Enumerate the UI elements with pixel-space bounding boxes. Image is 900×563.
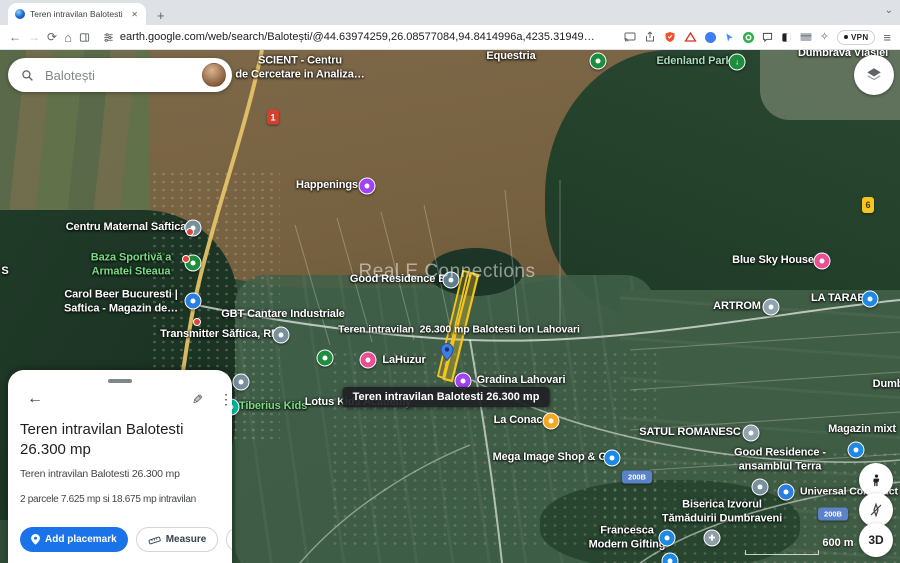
site-settings-tune-icon[interactable] — [103, 32, 114, 43]
account-avatar[interactable] — [202, 63, 226, 87]
extension-card-icon[interactable] — [800, 32, 812, 42]
cross-road — [196, 300, 900, 341]
extension-sparkle-icon[interactable]: ✧ — [820, 32, 829, 43]
placemark-detail-panel: ← ✎ ⋮ Teren intravilan Balotesti 26.300 … — [8, 370, 232, 563]
placemark-parcels-info: 2 parcele 7.625 mp si 18.675 mp intravil… — [20, 494, 228, 505]
field-boundaries — [295, 180, 900, 470]
selected-placemark-pin[interactable] — [439, 339, 455, 365]
compass-off-icon — [868, 502, 884, 518]
share-icon[interactable] — [644, 31, 656, 43]
map-style-layers-button[interactable] — [854, 55, 894, 95]
compass-reset-button[interactable] — [859, 493, 893, 527]
extension-blue-icon[interactable] — [705, 32, 716, 43]
panel-overflow-menu-icon[interactable]: ⋮ — [219, 392, 232, 406]
browser-menu-icon[interactable]: ≡ — [883, 30, 891, 45]
tab-strip-chevron-icon[interactable]: ⌄ — [885, 5, 893, 16]
back-button[interactable]: ← — [9, 31, 21, 43]
measure-button[interactable]: Measure — [136, 527, 219, 552]
more-button[interactable]: ⋯ M — [226, 527, 232, 552]
vpn-dot-icon — [844, 35, 848, 39]
toggle-3d-button[interactable]: 3D — [859, 523, 893, 557]
placemark-tooltip: Teren intravilan Balotesti 26.300 mp — [343, 387, 550, 407]
pegman-icon — [869, 473, 884, 488]
browser-tab[interactable]: Teren intravilan Balotesti 26… ✕ — [8, 3, 146, 25]
adblock-shield-icon[interactable] — [664, 31, 676, 43]
extension-cursor-icon[interactable] — [724, 32, 735, 43]
search-icon — [21, 69, 34, 82]
panel-header: ← ✎ ⋮ — [8, 390, 232, 414]
panel-back-button[interactable]: ← — [27, 391, 43, 407]
tab-close-icon[interactable]: ✕ — [130, 10, 139, 19]
url-text[interactable]: earth.google.com/web/search/Balotești/@4… — [120, 31, 598, 43]
extension-panel-icon[interactable] — [781, 32, 792, 43]
layers-icon — [865, 66, 883, 84]
map-scale-label: 600 m — [822, 537, 853, 549]
new-tab-button[interactable]: + — [157, 9, 165, 22]
warning-triangle-icon[interactable] — [684, 31, 697, 43]
earth-favicon-icon — [15, 9, 25, 19]
village-road-south — [470, 340, 502, 563]
toolbar-right-cluster: ✧ VPN ≡ — [624, 30, 891, 45]
road-bottomleft — [300, 445, 470, 563]
forward-button[interactable]: → — [28, 31, 40, 43]
add-placemark-button[interactable]: Add placemark — [20, 527, 128, 552]
panel-edit-icon[interactable]: ✎ — [192, 393, 203, 406]
cast-icon[interactable] — [624, 31, 636, 43]
extension-whatsapp-icon[interactable] — [743, 32, 754, 43]
panel-drag-handle[interactable] — [108, 379, 132, 383]
placemark-pin-icon — [31, 534, 40, 545]
browser-tab-strip: Teren intravilan Balotesti 26… ✕ + ⌄ — [0, 0, 900, 25]
map-scale-bar — [745, 550, 819, 555]
extension-chat-icon[interactable] — [762, 32, 773, 43]
street-view-pegman-button[interactable] — [859, 463, 893, 497]
placemark-description: Teren intravilan Balotesti 26.300 mp — [20, 468, 224, 480]
panel-actions: Add placemark Measure ⋯ M — [20, 527, 232, 552]
side-panel-icon[interactable] — [79, 32, 90, 43]
vpn-extension-button[interactable]: VPN — [837, 30, 875, 45]
screen: Teren intravilan Balotesti 26… ✕ + ⌄ ← →… — [0, 0, 900, 563]
3d-label: 3D — [868, 533, 883, 547]
address-bar[interactable]: earth.google.com/web/search/Balotești/@4… — [103, 31, 598, 43]
ruler-icon — [148, 535, 161, 545]
home-button[interactable]: ⌂ — [64, 31, 72, 44]
map-watermark: Real E Connections — [359, 261, 536, 283]
reload-button[interactable]: ⟳ — [47, 31, 57, 43]
placemark-title: Teren intravilan Balotesti 26.300 mp — [20, 420, 220, 461]
tab-title: Teren intravilan Balotesti 26… — [30, 9, 125, 19]
browser-toolbar: ← → ⟳ ⌂ earth.google.com/web/search/Balo… — [0, 25, 900, 50]
search-input[interactable] — [43, 67, 193, 84]
earth-search-bar[interactable] — [8, 58, 232, 92]
